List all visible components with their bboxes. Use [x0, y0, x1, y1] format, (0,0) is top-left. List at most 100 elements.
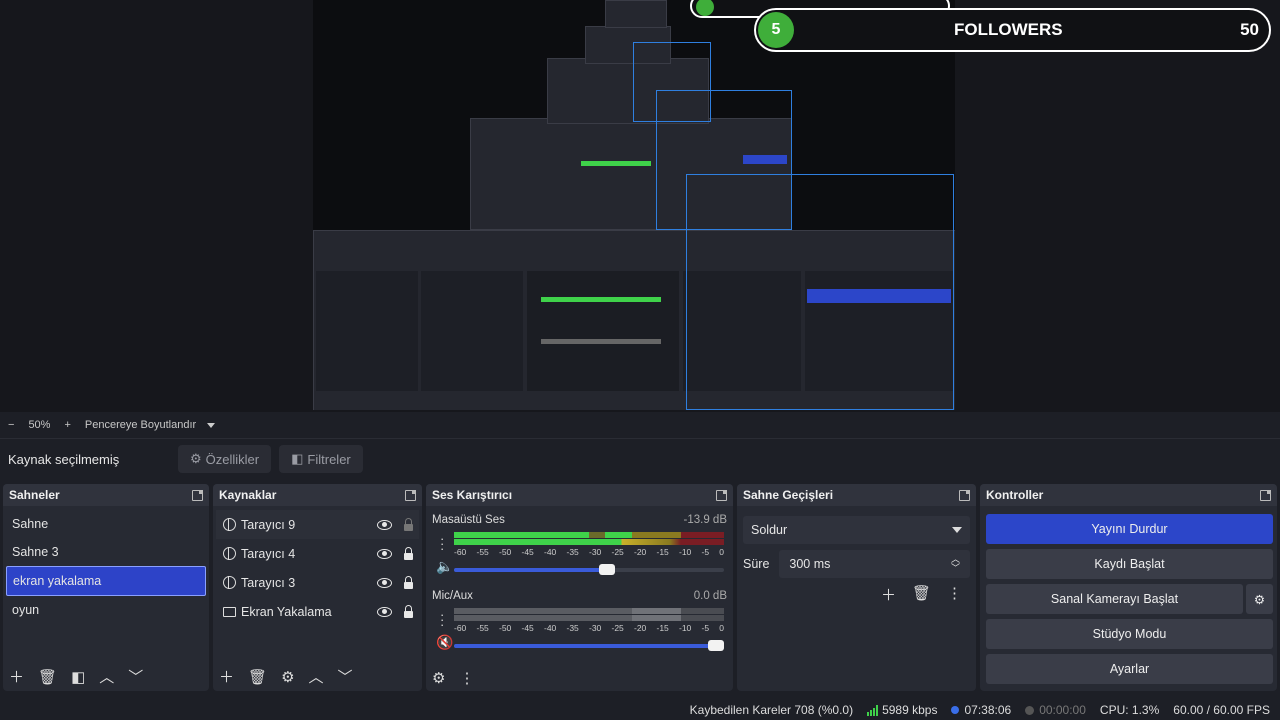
- tick-label: -30: [589, 547, 602, 557]
- tick-label: -15: [656, 623, 669, 633]
- sources-title: Kaynaklar: [219, 488, 277, 502]
- signal-icon: [867, 704, 879, 716]
- virtual-camera-settings-button[interactable]: ⚙: [1246, 584, 1273, 614]
- remove-transition-button[interactable]: 🗑: [912, 584, 931, 605]
- source-properties-button[interactable]: ⚙: [281, 668, 294, 686]
- source-label: Tarayıcı 9: [241, 517, 296, 532]
- move-up-button[interactable]: ︿: [99, 666, 114, 687]
- duration-spinbox[interactable]: 300 ms ︿ ﹀: [779, 550, 970, 578]
- undock-icon[interactable]: [959, 489, 970, 501]
- scene-filters-button[interactable]: ◧: [71, 668, 85, 686]
- visibility-eye-icon[interactable]: [377, 606, 392, 617]
- start-virtual-camera-button[interactable]: Sanal Kamerayı Başlat: [986, 584, 1243, 614]
- speaker-icon[interactable]: 🔈: [436, 558, 453, 575]
- scene-label: ekran yakalama: [13, 574, 102, 588]
- transition-select[interactable]: Soldur: [743, 516, 970, 544]
- sources-dock-title: Kaynaklar: [213, 484, 422, 506]
- scene-item[interactable]: Sahne: [6, 510, 206, 538]
- tick-label: -55: [476, 547, 489, 557]
- visibility-eye-icon[interactable]: [377, 577, 392, 588]
- transitions-toolbar: ＋ 🗑 ⋮: [881, 584, 962, 605]
- source-item[interactable]: Tarayıcı 9: [216, 510, 419, 539]
- transitions-dock: Sahne Geçişleri Soldur Süre 300 ms ︿ ﹀ ＋ …: [737, 484, 976, 691]
- followers-widget[interactable]: 5 FOLLOWERS 50: [754, 8, 1271, 52]
- monitor-icon: [222, 605, 236, 619]
- zoom-in-button[interactable]: +: [64, 419, 70, 431]
- lock-icon[interactable]: [404, 604, 413, 618]
- lock-icon[interactable]: [404, 575, 413, 589]
- tick-label: -15: [656, 547, 669, 557]
- visibility-eye-icon[interactable]: [377, 548, 392, 559]
- transition-menu-icon[interactable]: ⋮: [947, 584, 962, 605]
- lock-icon[interactable]: [404, 546, 413, 560]
- source-label: Ekran Yakalama: [241, 604, 332, 619]
- selection-box-small[interactable]: [633, 42, 711, 122]
- controls-dock-title: Kontroller: [980, 484, 1277, 506]
- volume-slider[interactable]: [454, 640, 724, 651]
- remove-scene-button[interactable]: 🗑: [38, 668, 57, 686]
- stop-stream-button[interactable]: Yayını Durdur: [986, 514, 1273, 544]
- mixer-menu-icon[interactable]: ⋮: [459, 669, 474, 687]
- tick-label: -40: [544, 547, 557, 557]
- add-scene-button[interactable]: ＋: [9, 666, 24, 687]
- muted-mic-icon[interactable]: 🔇: [436, 634, 453, 651]
- undock-icon[interactable]: [405, 489, 416, 501]
- volume-meter: [454, 532, 724, 546]
- remove-source-button[interactable]: 🗑: [248, 668, 267, 686]
- source-item[interactable]: Tarayıcı 4: [216, 539, 419, 568]
- channel-menu-icon[interactable]: · · ·: [440, 532, 444, 555]
- channel-menu-icon[interactable]: · · ·: [440, 608, 444, 631]
- unlock-icon[interactable]: [404, 517, 413, 531]
- audio-mixer-dock: Ses Karıştırıcı Masaüstü Ses -13.9 dB · ·…: [426, 484, 733, 691]
- sources-toolbar: ＋ 🗑 ⚙ ︿ ﹀: [219, 666, 353, 687]
- tick-label: -20: [634, 547, 647, 557]
- move-down-button[interactable]: ﹀: [128, 666, 143, 687]
- filters-label: Filtreler: [307, 451, 351, 467]
- tick-label: -55: [476, 623, 489, 633]
- volume-meter: [454, 608, 724, 622]
- settings-button[interactable]: Ayarlar: [986, 654, 1273, 684]
- tick-label: -60: [454, 623, 467, 633]
- add-source-button[interactable]: ＋: [219, 666, 234, 687]
- zoom-out-button[interactable]: −: [8, 419, 14, 431]
- move-down-button[interactable]: ﹀: [338, 666, 353, 687]
- preview-canvas[interactable]: [313, 0, 955, 410]
- source-label: Tarayıcı 4: [241, 546, 296, 561]
- transitions-dock-title: Sahne Geçişleri: [737, 484, 976, 506]
- zoom-mode-label: Pencereye Boyutlandır: [84, 419, 197, 431]
- preview-area[interactable]: 5 FOLLOWERS 50: [0, 0, 1280, 412]
- tick-label: -5: [701, 547, 710, 557]
- source-item[interactable]: Tarayıcı 3: [216, 568, 419, 597]
- mixer-channel-mic: Mic/Aux 0.0 dB · · · -60 -55 -50 -45 -40 -…: [432, 590, 727, 660]
- volume-slider[interactable]: [454, 564, 724, 575]
- advanced-audio-icon[interactable]: ⚙: [432, 669, 445, 687]
- visibility-eye-icon[interactable]: [377, 519, 392, 530]
- volume-slider-knob[interactable]: [599, 564, 615, 575]
- start-recording-button[interactable]: Kaydı Başlat: [986, 549, 1273, 579]
- volume-slider-knob[interactable]: [708, 640, 724, 651]
- filters-button[interactable]: ◧ Filtreler: [279, 445, 363, 473]
- undock-icon[interactable]: [1260, 489, 1271, 501]
- tick-label: -10: [679, 547, 692, 557]
- add-transition-button[interactable]: ＋: [881, 584, 896, 605]
- duration-value: 300 ms: [789, 557, 831, 571]
- scene-item[interactable]: Sahne 3: [6, 538, 206, 566]
- tick-label: 0: [719, 547, 724, 557]
- scene-item[interactable]: oyun: [6, 596, 206, 624]
- undock-icon[interactable]: [716, 489, 727, 501]
- source-item[interactable]: Ekran Yakalama: [216, 597, 419, 626]
- scene-item-active[interactable]: ekran yakalama: [6, 566, 206, 596]
- zoom-mode-select[interactable]: Pencereye Boyutlandır: [84, 419, 216, 431]
- undock-icon[interactable]: [192, 489, 203, 501]
- stream-time: 07:38:06: [951, 703, 1011, 717]
- spinner-arrows-icon[interactable]: ︿ ﹀: [951, 555, 960, 573]
- tick-label: -40: [544, 623, 557, 633]
- tick-label: -25: [611, 623, 624, 633]
- no-source-selected: Kaynak seçilmemiş: [8, 451, 120, 467]
- transitions-title: Sahne Geçişleri: [743, 488, 834, 502]
- studio-mode-button[interactable]: Stüdyo Modu: [986, 619, 1273, 649]
- streaming-icon: [951, 706, 960, 714]
- properties-button[interactable]: ⚙ Özellikler: [178, 445, 272, 473]
- move-up-button[interactable]: ︿: [309, 666, 324, 687]
- record-time-value: 00:00:00: [1039, 703, 1086, 717]
